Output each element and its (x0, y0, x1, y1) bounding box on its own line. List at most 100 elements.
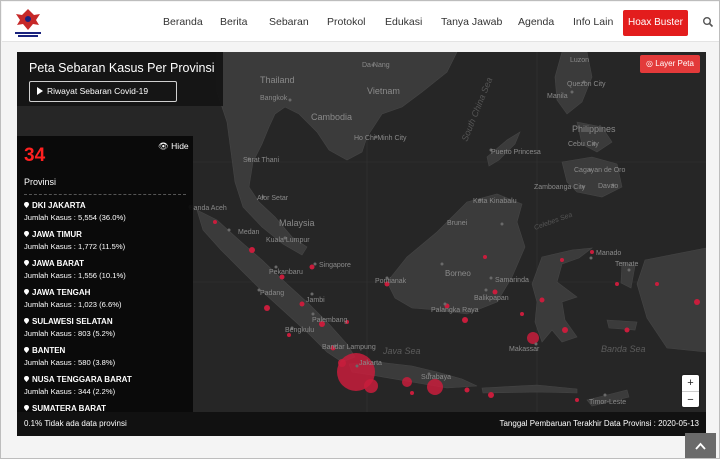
province-item[interactable]: BANTEN Jumlah Kasus : 580 (3.8%) (24, 345, 189, 374)
province-cases: Jumlah Kasus : 1,556 (10.1%) (24, 271, 126, 280)
label-banda-sea: Banda Sea (601, 344, 646, 354)
map-pin-icon (24, 289, 29, 295)
case-marker-papua (694, 299, 700, 305)
label-cebu: Cebu City (568, 141, 599, 148)
map-title-panel: Peta Sebaran Kasus Per Provinsi Riwayat … (17, 52, 223, 106)
case-marker-sulut (590, 250, 594, 254)
label-quezon: Quezon City (567, 81, 606, 88)
label-java-sea: Java Sea (382, 346, 421, 356)
label-manado: Manado (596, 250, 621, 257)
scroll-to-top-button[interactable] (685, 433, 716, 458)
no-data-note: 0.1% Tidak ada data provinsi (24, 419, 127, 428)
province-item[interactable]: JAWA BARAT Jumlah Kasus : 1,556 (10.1%) (24, 258, 189, 287)
label-manila: Manila (547, 93, 568, 100)
nav-tanya-jawab[interactable]: Tanya Jawab (441, 16, 502, 28)
label-kuala-lumpur: Kuala Lumpur (266, 237, 310, 244)
province-cases: Jumlah Kasus : 1,772 (11.5%) (24, 242, 126, 251)
case-marker-jawa-barat (364, 379, 378, 393)
case-marker-sulbar (520, 312, 524, 316)
map-pin-icon (24, 260, 29, 266)
hide-button-label: Hide (171, 141, 189, 151)
map-pin-icon (24, 231, 29, 237)
province-cases: Jumlah Kasus : 5,554 (36.0%) (24, 213, 126, 222)
label-luzon: Luzon (570, 57, 589, 64)
province-name: JAWA TENGAH (32, 288, 91, 297)
label-zamboanga: Zamboanga City (534, 184, 586, 191)
nav-berita[interactable]: Berita (220, 16, 247, 28)
province-stats-panel[interactable]: 34 Provinsi 👁 Hide DKI JAKARTA Jumlah Ka… (17, 136, 193, 412)
hide-button[interactable]: 👁 Hide (158, 141, 189, 152)
nav-edukasi[interactable]: Edukasi (385, 16, 422, 28)
label-makassar: Makassar (509, 346, 540, 353)
nav-agenda[interactable]: Agenda (518, 16, 554, 28)
map-pin-icon (24, 347, 29, 353)
zoom-out-button[interactable]: − (682, 391, 699, 407)
province-cases: Jumlah Kasus : 344 (2.2%) (24, 387, 116, 396)
province-item[interactable]: JAWA TENGAH Jumlah Kasus : 1,023 (6.6%) (24, 287, 189, 316)
case-marker-kaltim (492, 289, 498, 295)
province-name: SUMATERA BARAT (32, 404, 107, 412)
case-marker-sultra (562, 327, 568, 333)
label-brunei: Brunei (447, 220, 468, 227)
label-bandar-lampung: Bandar Lampung (322, 344, 376, 351)
case-marker-jawa-tengah (402, 377, 412, 387)
province-cases: Jumlah Kasus : 1,023 (6.6%) (24, 300, 122, 309)
map-pin-icon (24, 318, 29, 324)
label-jambi: Jambi (306, 297, 325, 304)
gugus-tugas-logo[interactable] (11, 6, 45, 40)
label-vietnam: Vietnam (367, 86, 400, 96)
layer-map-button[interactable]: ◎ Layer Peta (640, 55, 700, 73)
label-surabaya: Surabaya (421, 374, 451, 381)
case-marker-aceh (213, 220, 217, 224)
case-marker-gorontalo (560, 258, 564, 262)
label-thailand: Thailand (260, 75, 295, 85)
nav-beranda[interactable]: Beranda (163, 16, 203, 28)
province-list[interactable]: DKI JAKARTA Jumlah Kasus : 5,554 (36.0%)… (24, 200, 189, 412)
distribution-map[interactable]: Thailand Bangkok Cambodia Vietnam Da Nan… (17, 52, 706, 436)
case-marker-ntb (488, 392, 494, 398)
province-item[interactable]: NUSA TENGGARA BARAT Jumlah Kasus : 344 (… (24, 374, 189, 403)
label-pekanbaru: Pekanbaru (269, 269, 303, 276)
province-count-label: Provinsi (24, 177, 57, 187)
label-pontianak: Pontianak (375, 278, 407, 285)
map-pin-icon (24, 405, 29, 411)
eye-icon: 👁 (158, 141, 169, 151)
layer-map-button-label: Layer Peta (655, 59, 694, 68)
nav-sebaran[interactable]: Sebaran (269, 16, 309, 28)
history-button[interactable]: Riwayat Sebaran Covid-19 (29, 81, 177, 102)
label-singapore: Singapore (319, 262, 351, 269)
label-balikpapan: Balikpapan (474, 295, 509, 302)
province-item[interactable]: JAWA TIMUR Jumlah Kasus : 1,772 (11.5%) (24, 229, 189, 258)
case-marker-yogyakarta (410, 391, 414, 395)
chevron-up-icon (695, 442, 706, 450)
label-davao: Davao (598, 183, 618, 190)
province-name: JAWA TIMUR (32, 230, 82, 239)
map-pin-icon (24, 376, 29, 382)
label-samarinda: Samarinda (495, 277, 529, 284)
province-item[interactable]: DKI JAKARTA Jumlah Kasus : 5,554 (36.0%) (24, 200, 189, 229)
case-marker-jambi (299, 301, 305, 307)
case-marker-kalsel (462, 317, 468, 323)
search-icon[interactable] (702, 16, 714, 28)
case-marker-kaltara (483, 255, 487, 259)
province-name: NUSA TENGGARA BARAT (32, 375, 132, 384)
case-marker-jawa-timur (427, 379, 443, 395)
province-item[interactable]: SULAWESI SELATAN Jumlah Kasus : 803 (5.2… (24, 316, 189, 345)
hoax-buster-button[interactable]: Hoax Buster (623, 10, 688, 36)
case-marker-sumbar (264, 305, 270, 311)
case-marker-maluku (624, 327, 630, 333)
case-marker-sulawesi-selatan (527, 332, 539, 344)
province-cases: Jumlah Kasus : 580 (3.8%) (24, 358, 116, 367)
nav-protokol[interactable]: Protokol (327, 16, 366, 28)
label-jakarta: Jakarta (359, 360, 382, 367)
case-marker-malut (615, 282, 619, 286)
label-philippines: Philippines (572, 124, 616, 134)
province-item[interactable]: SUMATERA BARAT (24, 403, 189, 412)
label-borneo: Borneo (445, 269, 471, 278)
last-updated-note: Tanggal Pembaruan Terakhir Data Provinsi… (499, 419, 699, 428)
label-palangka-raya: Palangka Raya (431, 307, 479, 314)
zoom-in-button[interactable]: + (682, 375, 699, 391)
stats-divider (24, 194, 186, 195)
label-palembang: Palembang (312, 317, 348, 324)
nav-info-lain[interactable]: Info Lain (573, 16, 613, 28)
